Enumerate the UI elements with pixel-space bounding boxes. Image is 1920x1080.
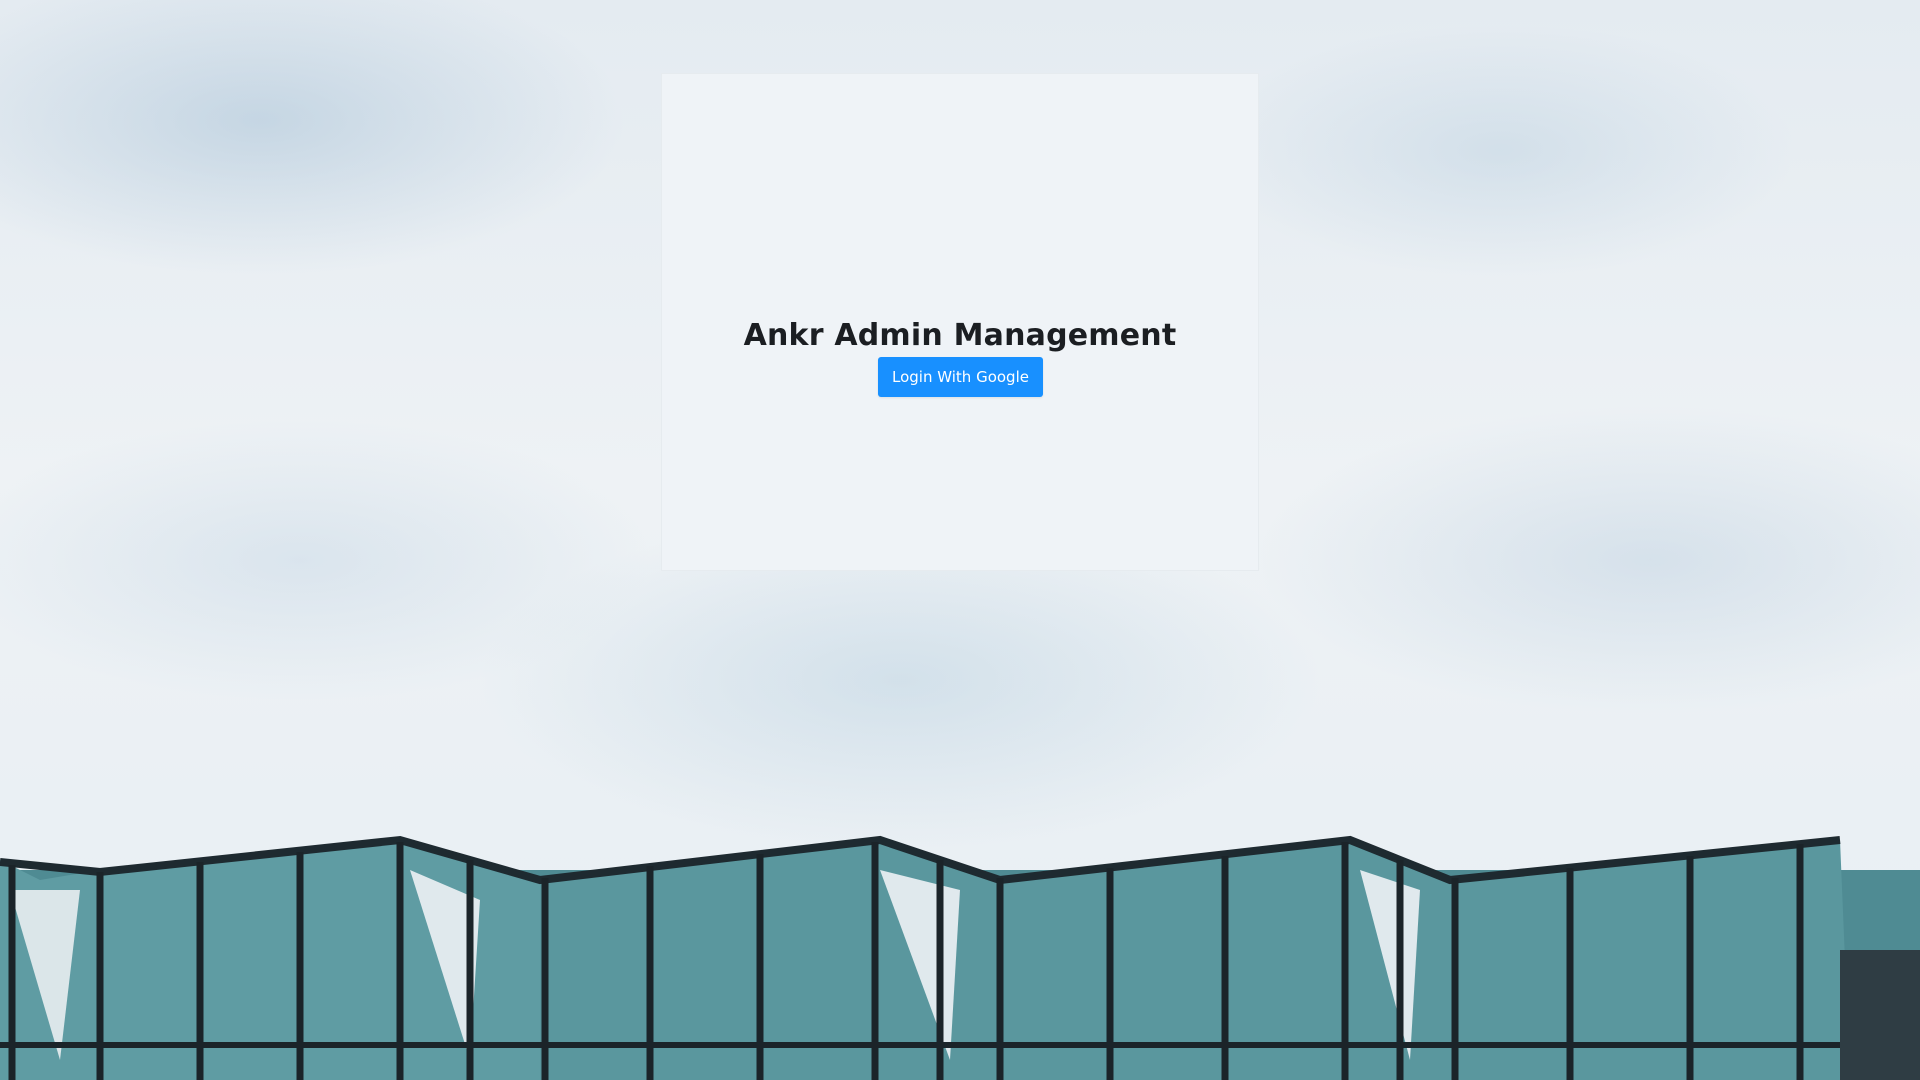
login-with-google-button[interactable]: Login With Google: [878, 357, 1043, 397]
login-card: Ankr Admin Management: [661, 73, 1259, 571]
glass-building-illustration: [0, 835, 1920, 1080]
page-title: Ankr Admin Management: [743, 318, 1177, 353]
